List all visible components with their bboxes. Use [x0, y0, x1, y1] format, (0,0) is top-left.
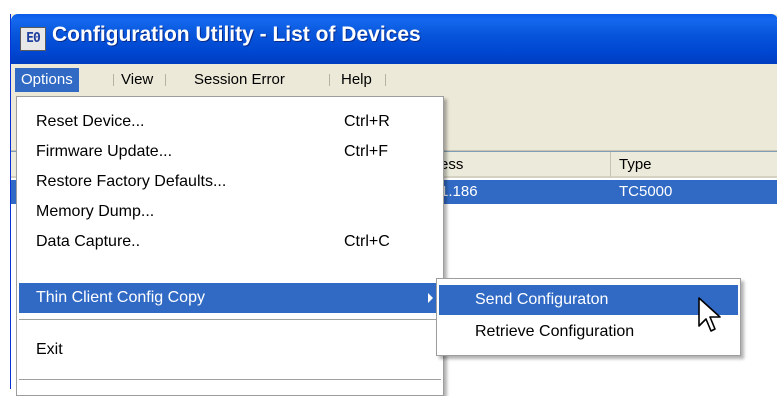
- menu-item-thin-client-config-copy[interactable]: Thin Client Config Copy: [19, 283, 441, 313]
- menu-item-data-capture[interactable]: Data Capture.. Ctrl+C: [19, 227, 441, 257]
- menu-item-exit[interactable]: Exit: [19, 335, 441, 365]
- options-menu: Reset Device... Ctrl+R Firmware Update..…: [16, 96, 444, 396]
- app-icon: E0: [20, 27, 46, 51]
- menu-view[interactable]: View: [115, 68, 159, 92]
- menu-separator: [113, 74, 114, 86]
- menu-item-firmware-update[interactable]: Firmware Update... Ctrl+F: [19, 137, 441, 167]
- menu-separator: [329, 74, 330, 86]
- menu-bar: Options View Session Error Help: [11, 64, 777, 96]
- title-bar[interactable]: E0 Configuration Utility - List of Devic…: [11, 14, 777, 64]
- menu-separator: [385, 74, 386, 86]
- cell-type: TC5000: [619, 183, 673, 200]
- menu-separator: [165, 74, 166, 86]
- menu-options[interactable]: Options: [15, 68, 79, 92]
- menu-item-memory-dump[interactable]: Memory Dump...: [19, 197, 441, 227]
- menu-item-reset-device[interactable]: Reset Device... Ctrl+R: [19, 107, 441, 137]
- window-title: Configuration Utility - List of Devices: [52, 23, 421, 46]
- mouse-pointer-icon: [698, 297, 721, 332]
- menu-item-send-configuration[interactable]: Send Configuraton: [439, 285, 738, 315]
- menu-separator: [19, 379, 441, 380]
- submenu-arrow-icon: [428, 293, 433, 303]
- menu-item-restore-factory-defaults[interactable]: Restore Factory Defaults...: [19, 167, 441, 197]
- menu-separator: [19, 319, 441, 320]
- menu-item-retrieve-configuration[interactable]: Retrieve Configuration: [439, 317, 738, 347]
- menu-help[interactable]: Help: [335, 68, 378, 92]
- thin-client-config-submenu: Send Configuraton Retrieve Configuration: [436, 278, 741, 356]
- column-header-type[interactable]: Type: [611, 152, 777, 178]
- menu-session-error[interactable]: Session Error: [188, 68, 291, 92]
